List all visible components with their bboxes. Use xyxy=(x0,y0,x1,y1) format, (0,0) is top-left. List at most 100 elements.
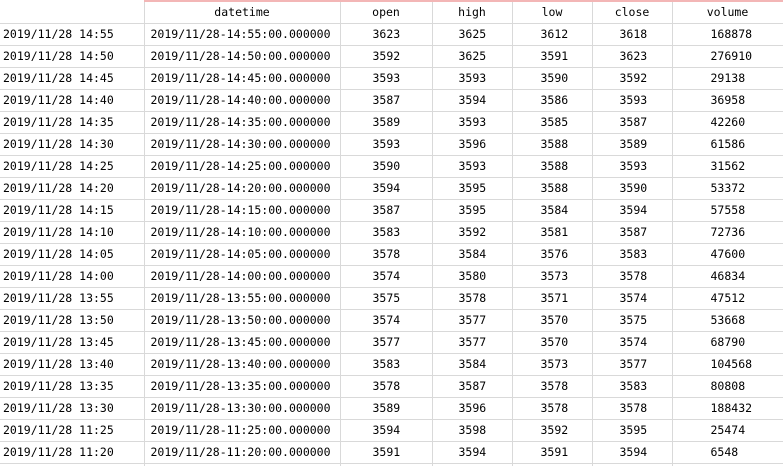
datetime-cell[interactable]: 2019/11/28-13:45:00.000000 xyxy=(144,331,341,354)
index-cell[interactable]: 2019/11/28 14:25 xyxy=(0,155,145,178)
open-cell[interactable]: 3589 xyxy=(340,397,433,420)
open-cell[interactable]: 3583 xyxy=(340,221,433,244)
volume-cell[interactable]: 72736 xyxy=(672,221,783,244)
open-cell[interactable]: 3623 xyxy=(340,23,433,46)
high-cell[interactable]: 3625 xyxy=(432,23,513,46)
close-cell[interactable]: 3587 xyxy=(592,111,673,134)
header-cell-datetime[interactable]: datetime xyxy=(144,0,341,24)
open-cell[interactable]: 3577 xyxy=(340,331,433,354)
volume-cell[interactable]: 25474 xyxy=(672,419,783,442)
datetime-cell[interactable]: 2019/11/28-11:20:00.000000 xyxy=(144,441,341,464)
close-cell[interactable]: 3578 xyxy=(592,397,673,420)
high-cell[interactable]: 3577 xyxy=(432,309,513,332)
volume-cell[interactable]: 188432 xyxy=(672,397,783,420)
datetime-cell[interactable]: 2019/11/28-11:25:00.000000 xyxy=(144,419,341,442)
datetime-cell[interactable]: 2019/11/28-13:35:00.000000 xyxy=(144,375,341,398)
header-cell-volume[interactable]: volume xyxy=(672,0,783,24)
index-cell[interactable]: 2019/11/28 14:50 xyxy=(0,45,145,68)
volume-cell[interactable]: 61586 xyxy=(672,133,783,156)
open-cell[interactable]: 3592 xyxy=(340,45,433,68)
index-cell[interactable]: 2019/11/28 14:45 xyxy=(0,67,145,90)
datetime-cell[interactable]: 2019/11/28-14:50:00.000000 xyxy=(144,45,341,68)
index-cell[interactable]: 2019/11/28 13:40 xyxy=(0,353,145,376)
datetime-cell[interactable]: 2019/11/28-14:20:00.000000 xyxy=(144,177,341,200)
volume-cell[interactable]: 68790 xyxy=(672,331,783,354)
open-cell[interactable]: 3583 xyxy=(340,353,433,376)
high-cell[interactable]: 3625 xyxy=(432,45,513,68)
close-cell[interactable]: 3618 xyxy=(592,23,673,46)
low-cell[interactable]: 3576 xyxy=(512,243,593,266)
header-cell-open[interactable]: open xyxy=(340,0,433,24)
low-cell[interactable]: 3612 xyxy=(512,23,593,46)
header-cell-high[interactable]: high xyxy=(432,0,513,24)
open-cell[interactable]: 3578 xyxy=(340,375,433,398)
datetime-cell[interactable]: 2019/11/28-14:00:00.000000 xyxy=(144,265,341,288)
datetime-cell[interactable]: 2019/11/28-13:50:00.000000 xyxy=(144,309,341,332)
volume-cell[interactable]: 276910 xyxy=(672,45,783,68)
datetime-cell[interactable]: 2019/11/28-14:35:00.000000 xyxy=(144,111,341,134)
open-cell[interactable]: 3587 xyxy=(340,199,433,222)
datetime-cell[interactable]: 2019/11/28-14:30:00.000000 xyxy=(144,133,341,156)
volume-cell[interactable]: 80808 xyxy=(672,375,783,398)
high-cell[interactable]: 3577 xyxy=(432,331,513,354)
index-cell[interactable]: 2019/11/28 14:55 xyxy=(0,23,145,46)
high-cell[interactable]: 3594 xyxy=(432,89,513,112)
open-cell[interactable]: 3591 xyxy=(340,441,433,464)
high-cell[interactable]: 3593 xyxy=(432,155,513,178)
volume-cell[interactable]: 31562 xyxy=(672,155,783,178)
open-cell[interactable]: 3594 xyxy=(340,419,433,442)
high-cell[interactable]: 3578 xyxy=(432,287,513,310)
close-cell[interactable]: 3590 xyxy=(592,177,673,200)
close-cell[interactable]: 3589 xyxy=(592,133,673,156)
close-cell[interactable]: 3575 xyxy=(592,309,673,332)
close-cell[interactable]: 3583 xyxy=(592,243,673,266)
index-cell[interactable]: 2019/11/28 13:50 xyxy=(0,309,145,332)
open-cell[interactable]: 3590 xyxy=(340,155,433,178)
low-cell[interactable]: 3592 xyxy=(512,419,593,442)
volume-cell[interactable]: 29138 xyxy=(672,67,783,90)
datetime-cell[interactable]: 2019/11/28-14:45:00.000000 xyxy=(144,67,341,90)
open-cell[interactable]: 3574 xyxy=(340,265,433,288)
index-cell[interactable]: 2019/11/28 11:20 xyxy=(0,441,145,464)
high-cell[interactable]: 3595 xyxy=(432,177,513,200)
volume-cell[interactable]: 42260 xyxy=(672,111,783,134)
datetime-cell[interactable]: 2019/11/28-14:10:00.000000 xyxy=(144,221,341,244)
index-cell[interactable]: 2019/11/28 13:55 xyxy=(0,287,145,310)
high-cell[interactable]: 3592 xyxy=(432,221,513,244)
low-cell[interactable]: 3570 xyxy=(512,331,593,354)
high-cell[interactable]: 3584 xyxy=(432,243,513,266)
low-cell[interactable]: 3588 xyxy=(512,133,593,156)
low-cell[interactable]: 3573 xyxy=(512,353,593,376)
close-cell[interactable]: 3583 xyxy=(592,375,673,398)
high-cell[interactable]: 3593 xyxy=(432,67,513,90)
datetime-cell[interactable]: 2019/11/28-14:40:00.000000 xyxy=(144,89,341,112)
low-cell[interactable]: 3571 xyxy=(512,287,593,310)
volume-cell[interactable]: 47600 xyxy=(672,243,783,266)
low-cell[interactable]: 3588 xyxy=(512,155,593,178)
datetime-cell[interactable]: 2019/11/28-14:05:00.000000 xyxy=(144,243,341,266)
low-cell[interactable]: 3578 xyxy=(512,397,593,420)
high-cell[interactable]: 3594 xyxy=(432,441,513,464)
high-cell[interactable]: 3596 xyxy=(432,133,513,156)
datetime-cell[interactable]: 2019/11/28-13:55:00.000000 xyxy=(144,287,341,310)
datetime-cell[interactable]: 2019/11/28-13:40:00.000000 xyxy=(144,353,341,376)
open-cell[interactable]: 3593 xyxy=(340,67,433,90)
low-cell[interactable]: 3590 xyxy=(512,67,593,90)
index-cell[interactable]: 2019/11/28 14:40 xyxy=(0,89,145,112)
open-cell[interactable]: 3593 xyxy=(340,133,433,156)
low-cell[interactable]: 3591 xyxy=(512,45,593,68)
low-cell[interactable]: 3573 xyxy=(512,265,593,288)
close-cell[interactable]: 3593 xyxy=(592,89,673,112)
high-cell[interactable]: 3580 xyxy=(432,265,513,288)
low-cell[interactable]: 3586 xyxy=(512,89,593,112)
volume-cell[interactable]: 57558 xyxy=(672,199,783,222)
low-cell[interactable]: 3588 xyxy=(512,177,593,200)
volume-cell[interactable]: 104568 xyxy=(672,353,783,376)
volume-cell[interactable]: 47512 xyxy=(672,287,783,310)
volume-cell[interactable]: 53372 xyxy=(672,177,783,200)
volume-cell[interactable]: 36958 xyxy=(672,89,783,112)
close-cell[interactable]: 3574 xyxy=(592,287,673,310)
open-cell[interactable]: 3587 xyxy=(340,89,433,112)
header-cell-index[interactable] xyxy=(0,0,145,24)
index-cell[interactable]: 2019/11/28 14:00 xyxy=(0,265,145,288)
